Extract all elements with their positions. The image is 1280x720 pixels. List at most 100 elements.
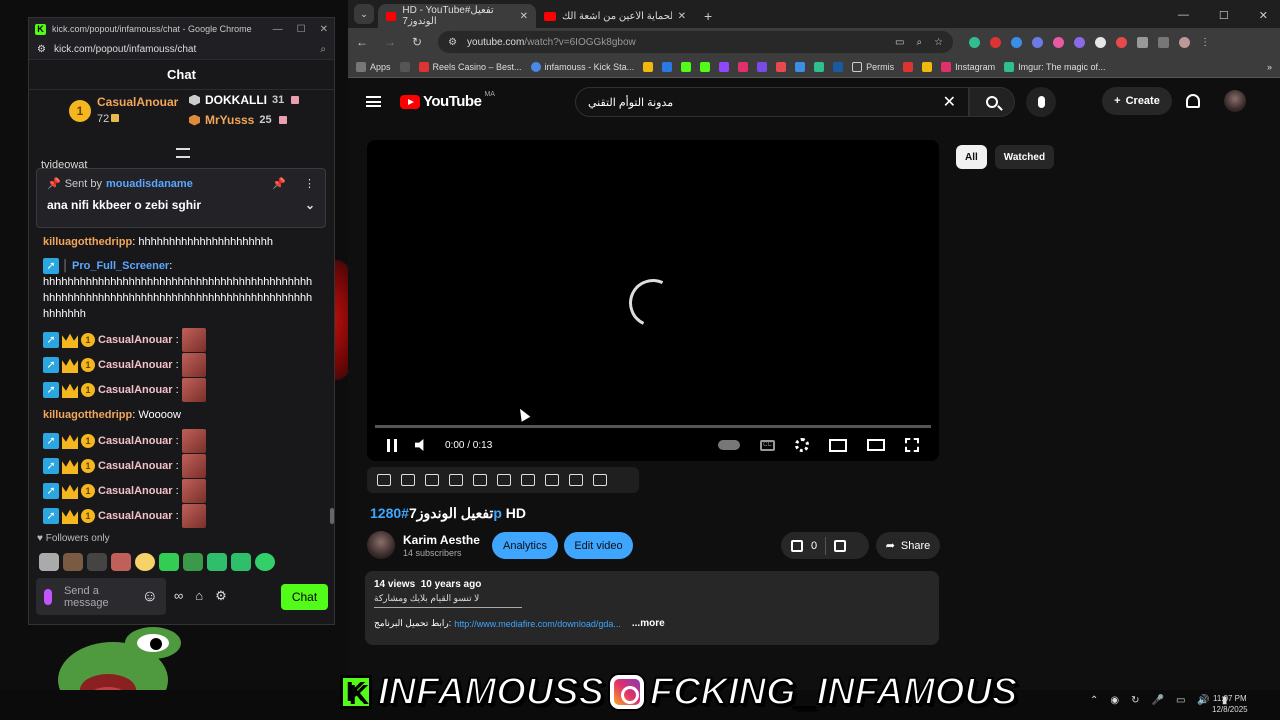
add-icon[interactable] — [545, 474, 559, 486]
reload-icon[interactable]: ↻ — [412, 35, 422, 49]
extension-icon[interactable] — [1095, 36, 1107, 48]
chat-username[interactable]: CasualAnouar — [98, 483, 173, 499]
instagram-icon[interactable] — [738, 61, 749, 72]
eye-icon[interactable] — [425, 474, 439, 486]
notifications-bell-icon[interactable] — [1186, 94, 1200, 108]
show-more-link[interactable]: ...more — [632, 618, 665, 629]
close-tab-icon[interactable]: ✕ — [678, 11, 686, 22]
like-thumb-icon[interactable] — [791, 539, 803, 552]
bookmark-apps[interactable]: Apps — [356, 61, 391, 72]
more-options-icon[interactable]: ⋮ — [304, 177, 315, 190]
close-icon[interactable]: ✕ — [320, 24, 328, 35]
bookmark-icon[interactable] — [662, 61, 673, 72]
bookmark-icon[interactable] — [903, 61, 914, 72]
share-button[interactable]: ➦ Share — [876, 532, 940, 559]
loop-icon[interactable] — [377, 474, 391, 486]
emote-icon[interactable] — [39, 553, 59, 571]
channel-name[interactable]: Karim Aesthe — [403, 533, 480, 547]
emote-icon[interactable] — [87, 553, 107, 571]
chat-username[interactable]: killuagotthedripp — [43, 236, 132, 248]
mic-icon[interactable]: 🎤 — [1152, 695, 1164, 706]
back-icon[interactable]: ← — [356, 35, 368, 49]
sidebar-icon[interactable] — [1158, 36, 1170, 48]
chevron-down-icon[interactable]: ⌄ — [305, 198, 315, 212]
youtube-logo[interactable]: YouTube MA — [400, 91, 495, 110]
bookmark-permis[interactable]: Permis — [852, 61, 894, 72]
channel-avatar[interactable] — [367, 531, 395, 559]
settings-gear-icon[interactable] — [795, 438, 809, 452]
emoji-icon[interactable]: ☺ — [142, 588, 158, 606]
cinema-icon[interactable] — [497, 474, 511, 486]
bookmark-star-icon[interactable]: ☆ — [934, 37, 943, 48]
chat-username[interactable]: killuagotthedripp — [43, 409, 132, 421]
voice-search-button[interactable] — [1026, 87, 1056, 117]
miniplayer-icon[interactable] — [829, 438, 847, 452]
clear-search-icon[interactable]: ✕ — [943, 92, 956, 112]
description-link[interactable]: http://www.mediafire.com/download/gda... — [454, 619, 621, 629]
zoom-icon[interactable]: ⌕ — [916, 37, 922, 48]
leader-second[interactable]: DOKKALLI 31 — [189, 93, 300, 107]
mic-icon[interactable] — [44, 588, 52, 605]
fullscreen-icon[interactable] — [905, 438, 919, 452]
kick-icon[interactable] — [700, 61, 711, 72]
signal-icon[interactable] — [922, 61, 933, 72]
theater-mode-icon[interactable] — [867, 439, 885, 451]
emote-icon[interactable] — [111, 553, 131, 571]
tab-eye-protection[interactable]: برنامج لحماية الأعين من أشعة الك ✕ — [536, 4, 694, 28]
emote-icon[interactable] — [255, 553, 275, 571]
audio-icon[interactable] — [401, 474, 415, 486]
emote-icon[interactable] — [159, 553, 179, 571]
progress-bar[interactable] — [375, 425, 931, 428]
tab-search-icon[interactable]: ⌄ — [354, 4, 374, 24]
dislike-thumb-icon[interactable] — [834, 539, 847, 552]
zoom-icon[interactable]: ⌕ — [320, 44, 326, 55]
site-info-icon[interactable]: ⚙ — [448, 37, 457, 48]
forward-icon[interactable]: → — [384, 35, 396, 49]
resize-icon[interactable] — [473, 474, 487, 486]
tab-youtube-video[interactable]: HD - YouTube#تفعيل الوندوز7 ✕ — [378, 4, 536, 28]
bookmark-instagram[interactable]: Instagram — [941, 61, 995, 72]
chat-scrollbar[interactable] — [330, 508, 334, 524]
chat-message-input[interactable]: Send a message ☺ — [36, 578, 166, 615]
chat-username[interactable]: CasualAnouar — [98, 508, 173, 524]
screenshot-icon[interactable] — [569, 474, 583, 486]
new-tab-icon[interactable]: + — [704, 8, 712, 24]
extension-icon[interactable] — [1074, 36, 1086, 48]
kick-points-icon[interactable]: ∞ — [174, 588, 183, 604]
maximize-icon[interactable]: ☐ — [1219, 9, 1229, 22]
bookmark-icon[interactable] — [814, 61, 825, 72]
film-icon[interactable] — [449, 474, 463, 486]
chat-username[interactable]: CasualAnouar — [98, 433, 173, 449]
leader-first[interactable]: 1 CasualAnouar 72 — [69, 95, 178, 127]
emote-icon[interactable] — [135, 553, 155, 571]
minimize-icon[interactable]: — — [273, 24, 283, 35]
captions-icon[interactable]: CC — [760, 439, 775, 451]
leader-third[interactable]: MrYusss 25 — [189, 113, 287, 127]
bookmark-reels-casino[interactable]: Reels Casino – Best... — [418, 61, 522, 72]
volume-icon[interactable] — [415, 439, 424, 451]
edit-video-button[interactable]: Edit video — [564, 532, 633, 559]
extension-icon[interactable] — [1032, 36, 1044, 48]
chip-all[interactable]: All — [956, 145, 987, 169]
create-button[interactable]: + Create — [1102, 87, 1172, 115]
taskbar-clock[interactable]: 11:07 PM 12/8/2025 — [1212, 693, 1248, 715]
close-icon[interactable]: ✕ — [1259, 9, 1268, 22]
chevron-up-icon[interactable]: ⌃ — [1090, 695, 1098, 706]
sync-icon[interactable]: ↻ — [1131, 695, 1139, 706]
pinned-message[interactable]: 📌 Sent by mouadisdaname 📌 ⋮ ana nifi kkb… — [36, 168, 326, 228]
store-icon[interactable]: ⌂ — [195, 588, 203, 604]
grid-icon[interactable] — [399, 61, 410, 72]
discord-icon[interactable]: ◉ — [1110, 695, 1119, 706]
send-chat-button[interactable]: Chat — [281, 584, 328, 610]
emote-icon[interactable] — [63, 553, 83, 571]
emote-icon[interactable] — [183, 553, 203, 571]
collapse-leaderboard-icon[interactable] — [176, 148, 190, 158]
more-bookmarks-icon[interactable]: » — [1267, 62, 1272, 72]
chat-username[interactable]: CasualAnouar — [98, 332, 173, 348]
extension-icon[interactable] — [1011, 36, 1023, 48]
account-avatar[interactable] — [1224, 90, 1246, 112]
chip-watched[interactable]: Watched — [994, 145, 1055, 169]
bookmark-icon[interactable] — [833, 61, 844, 72]
kick-icon[interactable] — [681, 61, 692, 72]
menu-hamburger-icon[interactable] — [366, 96, 381, 107]
